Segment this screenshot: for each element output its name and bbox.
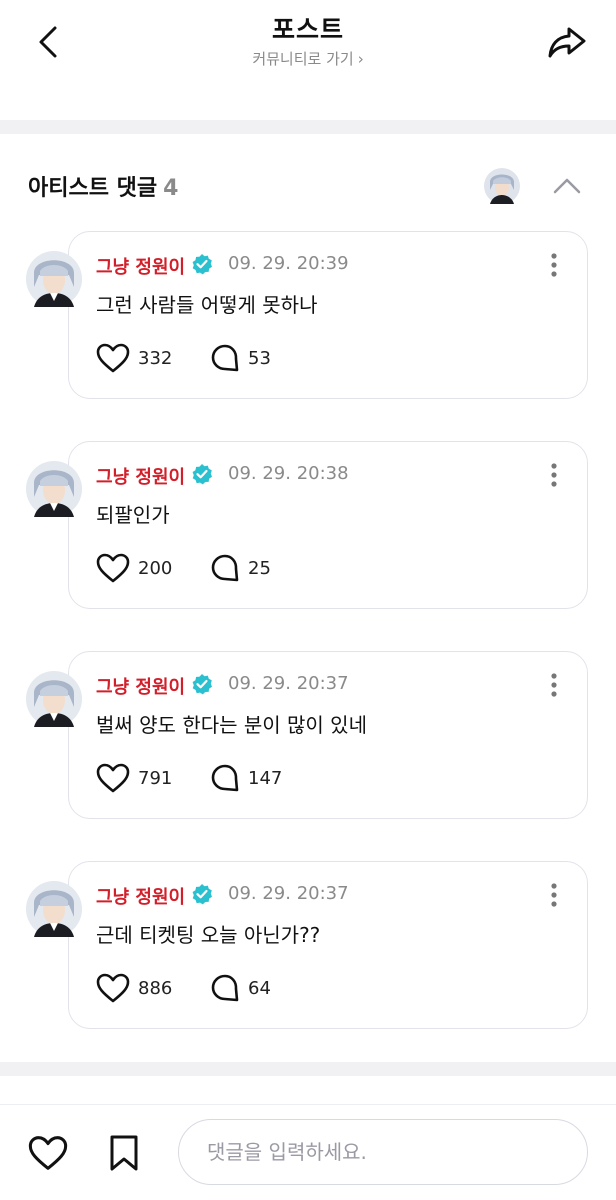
- more-options-button[interactable]: [540, 671, 568, 699]
- reply-button[interactable]: 53: [210, 343, 271, 373]
- header: 포스트 커뮤니티로 가기 ›: [0, 0, 616, 120]
- top-separator: [0, 120, 616, 134]
- heart-icon: [96, 973, 130, 1003]
- comment-item: 그냥 정원이 09. 29. 20:37 벌써 양도 한다는 분이 많이 있네 …: [0, 651, 616, 821]
- author-name[interactable]: 그냥 정원이: [96, 463, 185, 489]
- community-link[interactable]: 커뮤니티로 가기 ›: [0, 48, 616, 69]
- speech-bubble-icon: [211, 554, 239, 582]
- section-title-label: 아티스트 댓글: [28, 176, 158, 201]
- like-count: 886: [138, 977, 173, 999]
- like-button[interactable]: 200: [96, 553, 172, 583]
- reply-button[interactable]: 25: [210, 553, 271, 583]
- verified-badge-icon: [192, 884, 212, 905]
- reply-count: 147: [248, 767, 283, 789]
- like-button[interactable]: 791: [96, 763, 172, 793]
- more-dots-icon: [551, 673, 557, 697]
- comment-text: 벌써 양도 한다는 분이 많이 있네: [96, 713, 367, 737]
- speech-bubble-icon: [211, 764, 239, 792]
- bottom-bar: [0, 1104, 616, 1200]
- comment-item: 그냥 정원이 09. 29. 20:37 근데 티켓팅 오늘 아닌가?? 886…: [0, 861, 616, 1031]
- reply-count: 64: [248, 977, 271, 999]
- heart-icon: [96, 553, 130, 583]
- share-arrow-icon: [548, 27, 586, 58]
- like-count: 200: [138, 557, 173, 579]
- author-avatar[interactable]: [26, 881, 82, 937]
- reply-count: 25: [248, 557, 271, 579]
- verified-badge-icon: [192, 254, 212, 275]
- comment-text: 되팔인가: [96, 503, 170, 527]
- comment-item: 그냥 정원이 09. 29. 20:39 그런 사람들 어떻게 못하나 332 …: [0, 231, 616, 401]
- post-like-button[interactable]: [26, 1131, 70, 1175]
- author-avatar[interactable]: [26, 251, 82, 307]
- speech-bubble-icon: [211, 344, 239, 372]
- more-dots-icon: [551, 463, 557, 487]
- verified-badge-icon: [192, 674, 212, 695]
- reply-button[interactable]: 64: [210, 973, 271, 1003]
- share-button[interactable]: [544, 20, 590, 64]
- author-name[interactable]: 그냥 정원이: [96, 883, 185, 909]
- post-page: 포스트 커뮤니티로 가기 › 아티스트 댓글 4 그냥 정원이 09. 29. …: [0, 0, 616, 1200]
- like-button[interactable]: 886: [96, 973, 172, 1003]
- comment-item: 그냥 정원이 09. 29. 20:38 되팔인가 200 25: [0, 441, 616, 611]
- community-link-label: 커뮤니티로 가기: [252, 50, 354, 68]
- section-title: 아티스트 댓글 4: [28, 170, 178, 202]
- author-name[interactable]: 그냥 정원이: [96, 673, 185, 699]
- chevron-right-icon: ›: [357, 50, 364, 68]
- reply-count: 53: [248, 347, 271, 369]
- bookmark-icon: [110, 1135, 138, 1171]
- speech-bubble-icon: [211, 974, 239, 1002]
- verified-badge-icon: [192, 464, 212, 485]
- comment-timestamp: 09. 29. 20:37: [228, 673, 349, 694]
- comment-timestamp: 09. 29. 20:38: [228, 463, 349, 484]
- heart-icon: [28, 1136, 68, 1170]
- more-dots-icon: [551, 883, 557, 907]
- reply-button[interactable]: 147: [210, 763, 282, 793]
- like-count: 791: [138, 767, 173, 789]
- more-options-button[interactable]: [540, 251, 568, 279]
- page-title: 포스트: [271, 15, 344, 44]
- comment-text: 근데 티켓팅 오늘 아닌가??: [96, 923, 321, 947]
- like-count: 332: [138, 347, 173, 369]
- author-avatar[interactable]: [26, 461, 82, 517]
- more-options-button[interactable]: [540, 461, 568, 489]
- author-avatar[interactable]: [26, 671, 82, 727]
- author-name[interactable]: 그냥 정원이: [96, 253, 185, 279]
- like-button[interactable]: 332: [96, 343, 172, 373]
- more-options-button[interactable]: [540, 881, 568, 909]
- comment-timestamp: 09. 29. 20:39: [228, 253, 349, 274]
- heart-icon: [96, 763, 130, 793]
- artist-avatar: [484, 168, 520, 204]
- collapse-button[interactable]: [546, 168, 588, 204]
- comment-count: 4: [163, 176, 179, 201]
- comment-timestamp: 09. 29. 20:37: [228, 883, 349, 904]
- chevron-up-icon: [553, 178, 581, 194]
- more-dots-icon: [551, 253, 557, 277]
- bottom-separator: [0, 1062, 616, 1076]
- heart-icon: [96, 343, 130, 373]
- comment-text: 그런 사람들 어떻게 못하나: [96, 293, 318, 317]
- bookmark-button[interactable]: [102, 1131, 146, 1175]
- comment-input[interactable]: [178, 1119, 588, 1185]
